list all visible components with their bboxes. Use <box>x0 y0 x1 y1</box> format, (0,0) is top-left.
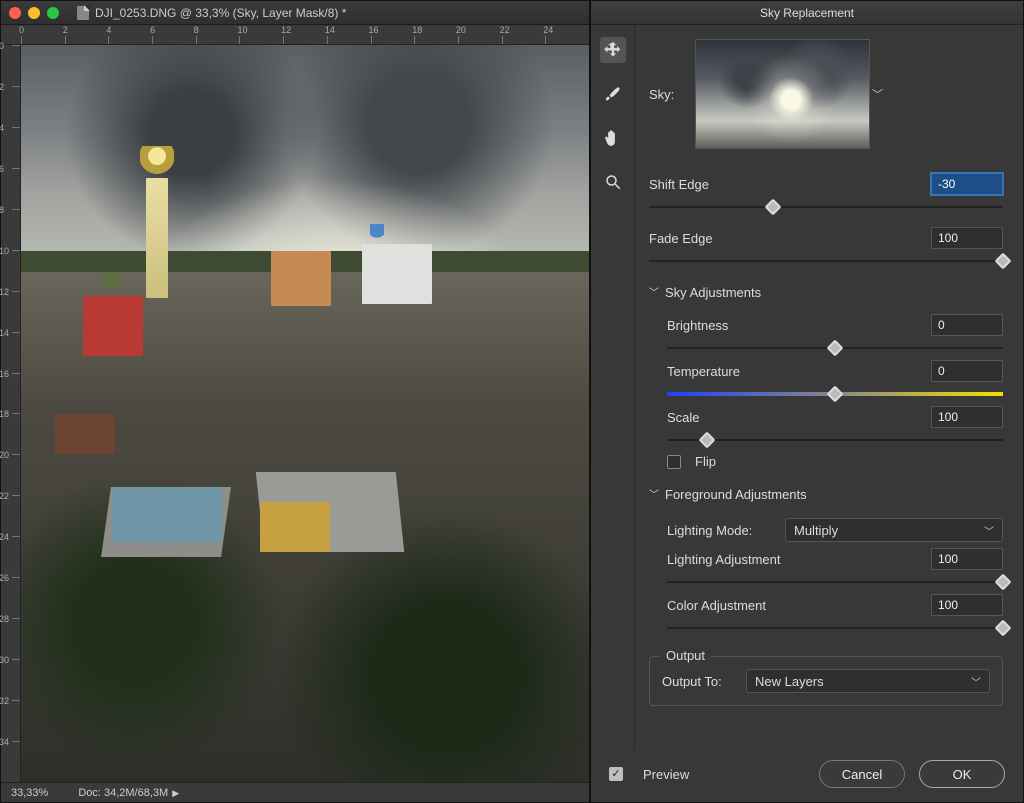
chevron-down-icon: ﹀ <box>984 523 994 538</box>
foreground-adjustments-header[interactable]: ﹀ Foreground Adjustments <box>649 487 1003 502</box>
lighting-adjustment-input[interactable] <box>931 548 1003 570</box>
zoom-tool[interactable] <box>600 169 626 195</box>
sky-adjustments-header[interactable]: ﹀ Sky Adjustments <box>649 285 1003 300</box>
shift-edge-label: Shift Edge <box>649 177 931 192</box>
document-titlebar[interactable]: DJI_0253.DNG @ 33,3% (Sky, Layer Mask/8)… <box>1 1 589 25</box>
scale-slider[interactable] <box>667 434 1003 446</box>
move-icon <box>604 41 622 59</box>
panel-title[interactable]: Sky Replacement <box>591 1 1023 25</box>
output-to-select[interactable]: New Layers ﹀ <box>746 669 990 693</box>
fade-edge-slider[interactable] <box>649 255 1003 267</box>
scale-input[interactable] <box>931 406 1003 428</box>
chevron-down-icon: ﹀ <box>649 284 659 299</box>
chevron-down-icon: ﹀ <box>649 486 659 501</box>
brightness-input[interactable] <box>931 314 1003 336</box>
flip-label: Flip <box>695 454 716 469</box>
temperature-input[interactable] <box>931 360 1003 382</box>
brightness-label: Brightness <box>667 318 931 333</box>
cancel-button[interactable]: Cancel <box>819 760 905 788</box>
move-tool[interactable] <box>600 37 626 63</box>
brush-tool[interactable] <box>600 81 626 107</box>
chevron-down-icon: ﹀ <box>971 674 981 689</box>
status-zoom[interactable]: 33,33% <box>11 787 48 799</box>
fade-edge-label: Fade Edge <box>649 231 931 246</box>
ruler-horizontal[interactable]: 0 2 4 6 8 10 12 14 16 18 20 22 24 <box>1 25 589 45</box>
brightness-slider[interactable] <box>667 342 1003 354</box>
hand-tool[interactable] <box>600 125 626 151</box>
ruler-vertical[interactable]: 0 2 4 6 8 10 12 14 16 18 20 22 24 26 28 … <box>1 45 21 782</box>
fade-edge-input[interactable] <box>931 227 1003 249</box>
color-adjustment-input[interactable] <box>931 594 1003 616</box>
sky-replacement-panel: Sky Replacement Sky: ﹀ <box>590 0 1024 803</box>
lighting-mode-label: Lighting Mode: <box>667 523 777 538</box>
document-icon <box>77 6 89 20</box>
preview-checkbox[interactable] <box>609 767 623 781</box>
chevron-down-icon[interactable]: ﹀ <box>872 86 883 102</box>
lighting-adjustment-slider[interactable] <box>667 576 1003 588</box>
flip-row[interactable]: Flip <box>667 454 1003 469</box>
document-title: DJI_0253.DNG @ 33,3% (Sky, Layer Mask/8)… <box>95 6 346 20</box>
window-controls <box>9 7 59 19</box>
canvas[interactable] <box>21 45 589 782</box>
lighting-adjustment-label: Lighting Adjustment <box>667 552 931 567</box>
close-window-button[interactable] <box>9 7 21 19</box>
temperature-label: Temperature <box>667 364 931 379</box>
zoom-window-button[interactable] <box>47 7 59 19</box>
scale-label: Scale <box>667 410 931 425</box>
color-adjustment-slider[interactable] <box>667 622 1003 634</box>
flip-checkbox[interactable] <box>667 455 681 469</box>
minimize-window-button[interactable] <box>28 7 40 19</box>
chevron-right-icon[interactable]: ▶ <box>172 788 179 798</box>
canvas-image <box>21 45 589 782</box>
color-adjustment-label: Color Adjustment <box>667 598 931 613</box>
ok-button[interactable]: OK <box>919 760 1005 788</box>
output-to-label: Output To: <box>662 674 738 689</box>
document-window: DJI_0253.DNG @ 33,3% (Sky, Layer Mask/8)… <box>0 0 590 803</box>
sky-label: Sky: <box>649 87 685 102</box>
brush-icon <box>604 85 622 103</box>
shift-edge-slider[interactable] <box>649 201 1003 213</box>
shift-edge-input[interactable] <box>931 173 1003 195</box>
hand-icon <box>604 129 622 147</box>
status-docsize: Doc: 34,2M/68,3M <box>78 787 168 799</box>
temperature-slider[interactable] <box>667 388 1003 400</box>
tool-strip <box>591 25 635 750</box>
output-legend: Output <box>660 648 711 663</box>
preview-label: Preview <box>643 767 689 782</box>
sky-preset-thumbnail[interactable] <box>695 39 870 149</box>
magnifier-icon <box>604 173 622 191</box>
lighting-mode-select[interactable]: Multiply ﹀ <box>785 518 1003 542</box>
output-group: Output Output To: New Layers ﹀ <box>649 656 1003 706</box>
status-bar: 33,33% Doc: 34,2M/68,3M ▶ <box>1 782 589 802</box>
